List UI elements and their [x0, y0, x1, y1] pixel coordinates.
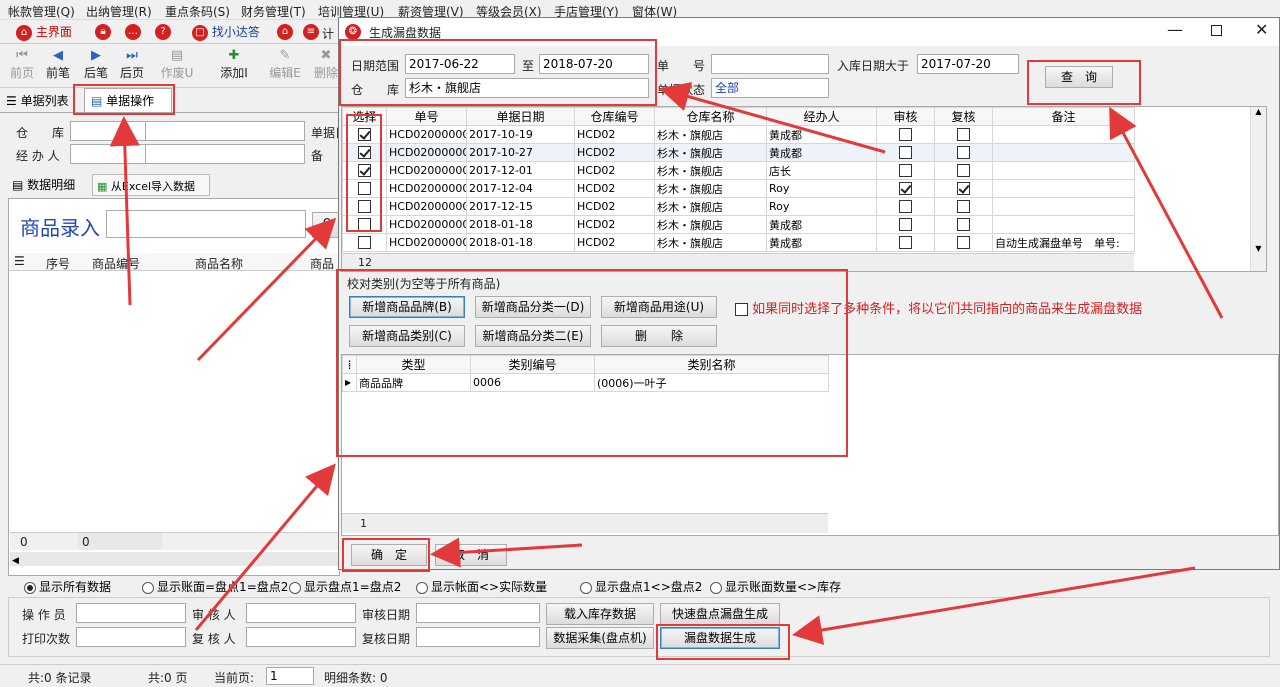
arrow [196, 217, 337, 362]
annotation-arrows [109, 82, 1224, 645]
arrow [194, 463, 336, 631]
arrow [1109, 106, 1224, 319]
arrow [109, 116, 140, 306]
arrow [430, 537, 583, 568]
arrow [792, 566, 1196, 645]
arrow [659, 82, 886, 154]
